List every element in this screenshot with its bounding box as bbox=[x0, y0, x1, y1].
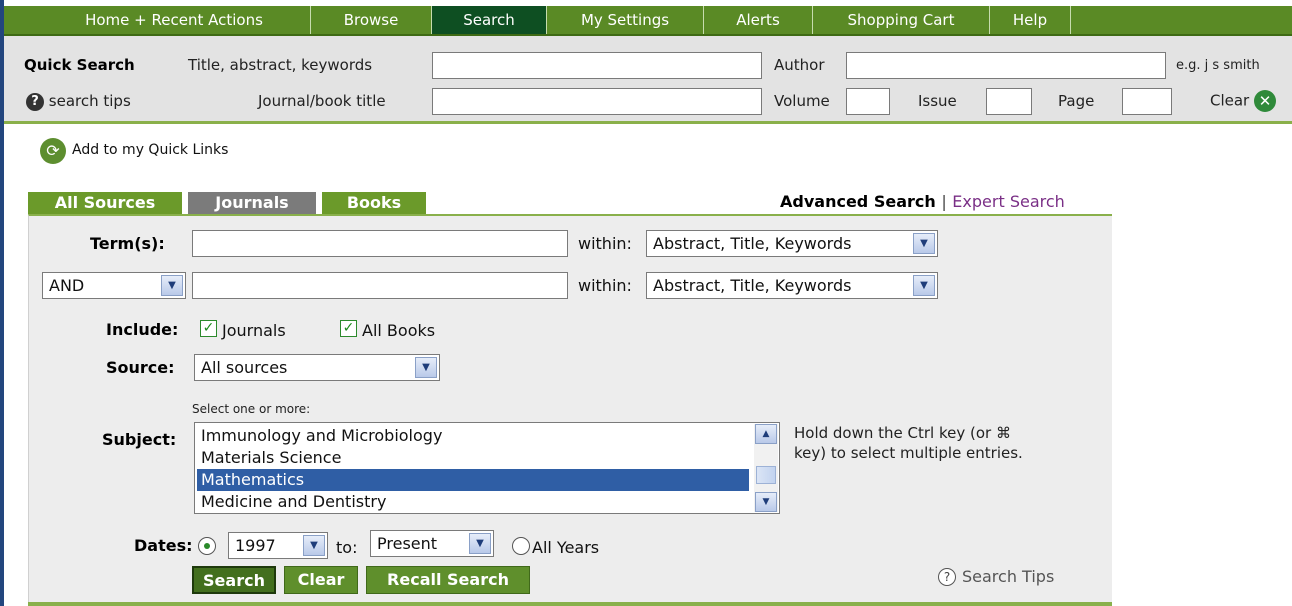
ctrl-hint-line-1: Hold down the Ctrl key (or ⌘ bbox=[794, 424, 1011, 442]
tab-help[interactable]: Help bbox=[990, 6, 1071, 34]
search-tips-label: search tips bbox=[48, 92, 131, 110]
subject-option[interactable]: Medicine and Dentistry bbox=[197, 491, 749, 513]
subject-option[interactable]: Materials Science bbox=[197, 447, 749, 469]
scroll-up-icon[interactable]: ▲ bbox=[755, 424, 777, 444]
source-label: Source: bbox=[106, 358, 175, 377]
subject-label: Subject: bbox=[102, 430, 177, 449]
subject-option-selected[interactable]: Mathematics bbox=[197, 469, 749, 491]
include-books-label: All Books bbox=[362, 321, 436, 340]
search-tips-link[interactable]: ? search tips bbox=[26, 92, 131, 111]
subject-listbox[interactable]: Immunology and Microbiology Materials Sc… bbox=[194, 422, 780, 514]
volume-input[interactable] bbox=[846, 88, 890, 115]
source-select-value: All sources bbox=[201, 358, 288, 377]
help-icon: ? bbox=[26, 92, 44, 111]
source-select[interactable]: All sources ▼ bbox=[194, 354, 440, 381]
tab-all-sources[interactable]: All Sources bbox=[28, 192, 182, 214]
tab-journals[interactable]: Journals bbox=[188, 192, 316, 214]
author-input[interactable] bbox=[846, 52, 1166, 79]
include-journals-checkbox[interactable]: ✓ bbox=[200, 320, 217, 337]
quick-search-title: Quick Search bbox=[24, 56, 135, 74]
chevron-down-icon: ▼ bbox=[469, 533, 491, 554]
journal-title-input[interactable] bbox=[432, 88, 762, 115]
dates-label: Dates: bbox=[134, 536, 193, 555]
clear-x-icon: ✕ bbox=[1254, 90, 1277, 112]
term1-input[interactable] bbox=[192, 230, 568, 257]
all-years-label: All Years bbox=[532, 538, 600, 557]
operator-select[interactable]: AND ▼ bbox=[42, 272, 186, 299]
ctrl-hint-line-2: key) to select multiple entries. bbox=[794, 444, 1023, 462]
search-mode-separator: | bbox=[941, 192, 947, 211]
subject-option[interactable]: Immunology and Microbiology bbox=[197, 425, 749, 447]
quick-search-title-input[interactable] bbox=[432, 52, 762, 79]
within-select-1-value: Abstract, Title, Keywords bbox=[653, 234, 852, 253]
issue-label: Issue bbox=[918, 92, 957, 110]
recall-search-button[interactable]: Recall Search bbox=[366, 566, 530, 594]
within-select-2[interactable]: Abstract, Title, Keywords ▼ bbox=[646, 272, 938, 299]
journal-title-label: Journal/book title bbox=[258, 92, 386, 110]
tab-books[interactable]: Books bbox=[322, 192, 426, 214]
include-journals-label: Journals bbox=[222, 321, 286, 340]
quick-clear-label: Clear bbox=[1210, 91, 1250, 110]
date-to-select[interactable]: Present ▼ bbox=[370, 530, 494, 557]
scroll-down-icon[interactable]: ▼ bbox=[755, 492, 777, 512]
tab-shopping-cart[interactable]: Shopping Cart bbox=[813, 6, 990, 34]
date-from-value: 1997 bbox=[235, 536, 276, 555]
tab-home-recent-actions[interactable]: Home + Recent Actions bbox=[38, 6, 311, 34]
date-range-radio[interactable] bbox=[198, 537, 216, 555]
to-label: to: bbox=[336, 538, 358, 557]
tab-my-settings[interactable]: My Settings bbox=[547, 6, 704, 34]
subject-scrollbar[interactable]: ▲ ▼ bbox=[754, 424, 778, 512]
clear-button[interactable]: Clear bbox=[284, 566, 358, 594]
tab-browse[interactable]: Browse bbox=[311, 6, 432, 34]
date-from-select[interactable]: 1997 ▼ bbox=[228, 532, 328, 559]
chevron-down-icon: ▼ bbox=[415, 357, 437, 378]
search-button[interactable]: Search bbox=[192, 566, 276, 594]
chevron-down-icon: ▼ bbox=[913, 233, 935, 254]
volume-label: Volume bbox=[774, 92, 830, 110]
chevron-down-icon: ▼ bbox=[161, 275, 183, 296]
include-label: Include: bbox=[106, 320, 179, 339]
help-icon[interactable]: ? bbox=[938, 568, 956, 586]
quick-clear-button[interactable]: Clear ✕ bbox=[1210, 90, 1277, 112]
all-years-radio[interactable] bbox=[512, 537, 530, 555]
tab-alerts[interactable]: Alerts bbox=[704, 6, 813, 34]
subject-hint: Select one or more: bbox=[192, 402, 311, 416]
within-label-1: within: bbox=[578, 234, 632, 253]
chevron-down-icon: ▼ bbox=[303, 535, 325, 556]
chevron-down-icon: ▼ bbox=[913, 275, 935, 296]
search-tips-bottom-link[interactable]: Search Tips bbox=[962, 567, 1054, 586]
expert-search-link[interactable]: Expert Search bbox=[952, 192, 1064, 211]
operator-select-value: AND bbox=[49, 276, 85, 295]
within-select-1[interactable]: Abstract, Title, Keywords ▼ bbox=[646, 230, 938, 257]
page-input[interactable] bbox=[1122, 88, 1172, 115]
quick-search-field-label: Title, abstract, keywords bbox=[188, 56, 373, 74]
search-mode-links: Advanced Search | Expert Search bbox=[780, 192, 1065, 211]
within-select-2-value: Abstract, Title, Keywords bbox=[653, 276, 852, 295]
include-books-checkbox[interactable]: ✓ bbox=[340, 320, 357, 337]
author-hint: e.g. j s smith bbox=[1176, 58, 1260, 73]
quick-links-icon[interactable]: ⟳ bbox=[40, 138, 66, 164]
tab-search[interactable]: Search bbox=[432, 6, 547, 34]
author-label: Author bbox=[774, 56, 825, 74]
add-quick-links-link[interactable]: Add to my Quick Links bbox=[72, 142, 228, 158]
scroll-thumb[interactable] bbox=[756, 466, 776, 484]
issue-input[interactable] bbox=[986, 88, 1032, 115]
page-label: Page bbox=[1058, 92, 1095, 110]
terms-label: Term(s): bbox=[90, 234, 165, 253]
term2-input[interactable] bbox=[192, 272, 568, 299]
within-label-2: within: bbox=[578, 276, 632, 295]
advanced-search-label: Advanced Search bbox=[780, 192, 936, 211]
panel-bottom-rule bbox=[28, 602, 1112, 606]
date-to-value: Present bbox=[377, 534, 438, 553]
